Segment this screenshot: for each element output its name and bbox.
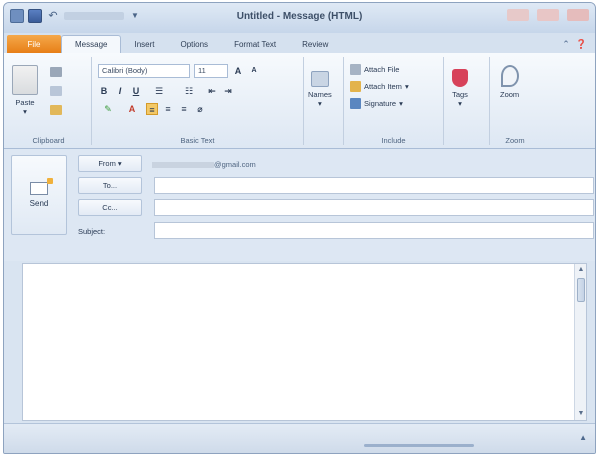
align-right-icon[interactable]: ≡ [178,103,190,115]
names-button[interactable]: Names ▾ [308,71,332,108]
zoom-group-label: Zoom [505,136,525,145]
align-left-icon[interactable]: ≡ [146,103,158,115]
minimize-ribbon-icon[interactable]: ⌃ [562,39,570,50]
title-bar: ↶ ▼ Untitled - Message (HTML) [4,3,595,33]
outlook-message-window: ↶ ▼ Untitled - Message (HTML) File Messa… [3,2,596,454]
names-dropdown-icon: ▾ [318,99,322,108]
attach-item-icon [350,81,361,92]
bold-icon[interactable]: B [98,85,110,97]
names-group: Names ▾ [304,57,344,145]
message-body[interactable]: ▲ ▼ [22,263,587,421]
signature-button[interactable]: Signature ▾ [350,98,403,109]
subject-label: Subject: [78,227,106,236]
window-controls [507,9,589,21]
font-row: Calibri (Body) 11 A A [98,64,260,78]
decrease-indent-icon[interactable]: ⇤ [206,85,218,97]
numbering-icon[interactable]: ☷ [176,85,202,97]
tab-review[interactable]: Review [289,35,341,53]
grow-font-icon[interactable]: A [232,65,244,77]
basic-text-group-label: Basic Text [180,136,215,145]
from-value: @gmail.com [152,160,256,169]
clipboard-group-label: Clipboard [32,136,65,145]
to-field[interactable] [154,177,594,194]
close-button[interactable] [567,9,589,21]
help-icon[interactable]: ❓ [576,39,587,50]
basic-text-group: Calibri (Body) 11 A A B I U ☰ ☷ ⇤ ⇥ ✎ A … [92,57,304,145]
minimize-button[interactable] [507,9,529,21]
include-buttons: Attach File Attach Item ▾ Signature ▾ [350,64,409,109]
align-center-icon[interactable]: ≡ [162,103,174,115]
to-button[interactable]: To... [78,177,142,194]
tab-format-text[interactable]: Format Text [221,35,289,53]
format-painter-icon[interactable] [50,105,62,115]
subject-field[interactable] [154,222,594,239]
tab-insert[interactable]: Insert [121,35,167,53]
shrink-font-icon[interactable]: A [248,65,260,77]
copy-icon[interactable] [50,86,62,96]
format-row-1: B I U ☰ ☷ ⇤ ⇥ [98,85,234,97]
zoom-button[interactable]: Zoom [500,65,519,99]
paperclip-icon [350,64,361,75]
ribbon: Paste ▾ Clipboard Calibri (Body) 11 A A … [4,53,595,149]
scroll-thumb[interactable] [576,278,585,302]
include-group-label: Include [381,136,406,145]
scroll-down-icon[interactable]: ▼ [575,408,587,420]
paste-icon [12,65,38,95]
magnifier-icon [500,65,519,87]
help-area: ⌃ ❓ [562,35,587,53]
send-envelope-icon [30,178,53,195]
bullets-icon[interactable]: ☰ [146,85,172,97]
paste-dropdown-icon: ▾ [23,107,27,116]
font-name-select[interactable]: Calibri (Body) [98,64,190,78]
from-dropdown-icon: ▾ [117,159,122,168]
tags-group: Tags ▾ [444,57,490,145]
tags-button[interactable]: Tags ▾ [452,69,468,108]
clipboard-group: Paste ▾ Clipboard [6,57,92,145]
increase-indent-icon[interactable]: ⇥ [222,85,234,97]
attach-file-button[interactable]: Attach File [350,64,399,75]
people-pane-divider [364,444,474,447]
cc-button[interactable]: Cc... [78,199,142,216]
format-row-2: ✎ A ≡ ≡ ≡ ⌀ [98,103,206,115]
italic-icon[interactable]: I [114,85,126,97]
from-button[interactable]: From ▾ [78,155,142,172]
clear-formatting-icon[interactable]: ⌀ [194,103,206,115]
scroll-up-icon[interactable]: ▲ [575,264,587,276]
attach-item-button[interactable]: Attach Item ▾ [350,81,409,92]
cut-icon[interactable] [50,67,62,77]
maximize-button[interactable] [537,9,559,21]
expand-people-pane-icon[interactable]: ▲ [579,433,587,442]
tab-options[interactable]: Options [167,35,221,53]
tags-dropdown-icon: ▾ [458,99,462,108]
flag-icon [452,69,468,87]
highlight-icon[interactable]: ✎ [98,103,118,115]
message-header-fields: Send From ▾ @gmail.com To... Cc... Subje… [4,149,595,261]
people-pane-bar: ▲ [4,423,595,453]
tab-file[interactable]: File [7,35,61,53]
address-book-icon [310,71,329,87]
ribbon-tabs: File Message Insert Options Format Text … [4,33,595,53]
font-size-select[interactable]: 11 [194,64,228,78]
signature-icon [350,98,361,109]
vertical-scrollbar[interactable]: ▲ ▼ [574,264,586,420]
clipboard-small-buttons [50,67,62,115]
cc-field[interactable] [154,199,594,216]
from-account-name [152,162,214,169]
underline-icon[interactable]: U [130,85,142,97]
send-button[interactable]: Send [11,155,67,235]
paste-button[interactable]: Paste ▾ [12,65,38,116]
zoom-group: Zoom Zoom [490,57,540,145]
font-color-icon[interactable]: A [122,103,142,115]
include-group: Attach File Attach Item ▾ Signature ▾ In… [344,57,444,145]
tab-message[interactable]: Message [61,35,122,53]
